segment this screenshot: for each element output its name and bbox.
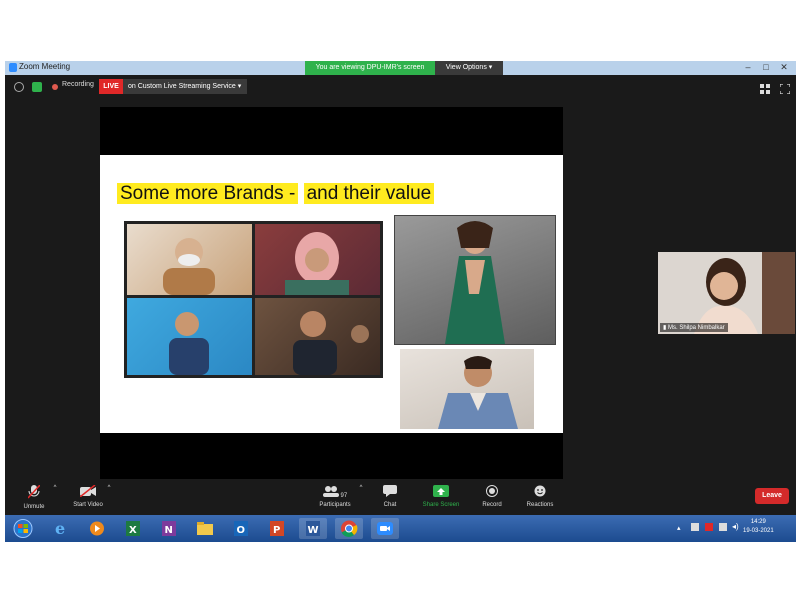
close-icon[interactable]: ✕ xyxy=(777,62,791,73)
unmute-label: Unmute xyxy=(23,504,45,510)
shared-screen: Some more Brands - and their value xyxy=(100,107,563,479)
participants-icon xyxy=(322,486,339,497)
participant-name: ▮ Ms. Shilpa Nimbalkar xyxy=(660,323,728,332)
stream-service-label: on Custom Live Streaming Service xyxy=(128,83,236,90)
chat-label: Chat xyxy=(383,502,397,508)
video-off-icon xyxy=(79,484,96,498)
grid-photo-2 xyxy=(255,224,380,295)
audio-options-chevron-icon[interactable]: ^ xyxy=(51,485,59,491)
record-icon xyxy=(486,485,498,497)
action-center-icon[interactable] xyxy=(705,523,713,531)
share-screen-label: Share Screen xyxy=(422,502,460,508)
brand-photo-grid xyxy=(124,221,383,378)
grid-photo-1 xyxy=(127,224,252,295)
reactions-smiley-icon xyxy=(534,485,546,497)
slide-title: Some more Brands - and their value xyxy=(117,180,435,208)
participants-count: 97 xyxy=(340,493,348,499)
file-explorer-icon[interactable] xyxy=(191,518,219,539)
reactions-label: Reactions xyxy=(526,502,554,508)
window-titlebar: Zoom Meeting You are viewing DPU-IMR's s… xyxy=(5,61,796,75)
svg-text:P: P xyxy=(273,525,280,536)
zoom-logo-icon xyxy=(9,63,17,72)
recording-dot-icon xyxy=(52,84,58,90)
chevron-down-icon: ▾ xyxy=(488,64,493,71)
presentation-slide: Some more Brands - and their value xyxy=(100,155,563,433)
clock-time: 14:29 xyxy=(750,519,766,525)
participants-button[interactable]: 97 Participants xyxy=(310,485,360,508)
record-label: Record xyxy=(482,502,502,508)
maximize-icon[interactable]: □ xyxy=(759,62,773,73)
slide-title-part-1: Some more Brands - xyxy=(117,183,299,204)
muted-microphone-icon xyxy=(27,484,41,499)
participant-video-tile[interactable]: ▮ Ms. Shilpa Nimbalkar xyxy=(658,252,795,334)
taskbar-clock[interactable]: 14:29 19-03-2021 xyxy=(743,518,774,536)
internet-explorer-icon[interactable]: e xyxy=(47,518,75,539)
participants-label: Participants xyxy=(319,502,351,508)
viewing-screen-banner: You are viewing DPU-IMR's screen xyxy=(305,61,435,75)
participant-name-label: Ms. Shilpa Nimbalkar xyxy=(667,325,725,331)
zoom-icon[interactable] xyxy=(371,518,399,539)
meeting-toolbar: Unmute ^ Start Video ^ 97 Participants ^… xyxy=(5,479,796,515)
clock-date: 19-03-2021 xyxy=(743,528,774,534)
battery-icon[interactable] xyxy=(719,523,727,531)
celebrity-photo-saree xyxy=(394,215,556,345)
onenote-icon[interactable]: N xyxy=(155,518,183,539)
participants-chevron-icon[interactable]: ^ xyxy=(357,485,365,491)
svg-text:W: W xyxy=(308,525,319,536)
leave-button[interactable]: Leave xyxy=(755,488,789,504)
signal-bars-icon: ▮ xyxy=(663,325,667,331)
info-icon[interactable] xyxy=(14,82,24,92)
volume-icon[interactable]: ◂) xyxy=(732,522,739,531)
share-screen-button[interactable]: Share Screen xyxy=(418,485,464,508)
participant-video-feed xyxy=(658,252,795,334)
minimize-icon[interactable]: – xyxy=(741,62,755,73)
svg-text:O: O xyxy=(237,525,246,536)
grid-photo-4 xyxy=(255,298,380,375)
celebrity-photo-jacket xyxy=(400,349,534,429)
record-button[interactable]: Record xyxy=(475,485,509,508)
live-badge: LIVE xyxy=(99,79,123,94)
stream-service-dropdown[interactable]: on Custom Live Streaming Service ▾ xyxy=(123,79,247,94)
reactions-button[interactable]: Reactions xyxy=(521,485,559,508)
excel-icon[interactable]: X xyxy=(119,518,147,539)
chat-button[interactable]: Chat xyxy=(375,485,405,508)
slide-title-part-2: and their value xyxy=(303,183,435,204)
chevron-down-icon: ▾ xyxy=(237,83,242,90)
unmute-button[interactable]: Unmute xyxy=(17,484,51,510)
meeting-status-bar: Recording LIVE on Custom Live Streaming … xyxy=(5,75,796,99)
fullscreen-icon[interactable] xyxy=(779,81,791,95)
recording-label: Recording xyxy=(62,81,94,88)
chat-icon xyxy=(383,485,397,497)
view-options-button[interactable]: View Options ▾ xyxy=(435,61,503,75)
view-options-label: View Options xyxy=(445,64,487,71)
svg-text:X: X xyxy=(129,525,137,536)
window-title: Zoom Meeting xyxy=(19,62,71,71)
outlook-icon[interactable]: O xyxy=(227,518,255,539)
grid-photo-3 xyxy=(127,298,252,375)
svg-text:e: e xyxy=(55,519,65,538)
shield-icon[interactable] xyxy=(32,82,42,92)
chrome-icon[interactable] xyxy=(335,518,363,539)
network-icon[interactable] xyxy=(691,523,699,531)
powerpoint-icon[interactable]: P xyxy=(263,518,291,539)
media-player-icon[interactable] xyxy=(83,518,111,539)
meeting-area: Recording LIVE on Custom Live Streaming … xyxy=(5,75,796,515)
windows-start-icon[interactable] xyxy=(9,518,37,539)
windows-taskbar: e X N O P W ▴ ◂) 14:29 19-03-2021 xyxy=(5,515,796,542)
tray-chevron-icon[interactable]: ▴ xyxy=(677,524,681,532)
video-options-chevron-icon[interactable]: ^ xyxy=(105,485,113,491)
start-video-label: Start Video xyxy=(73,502,103,508)
share-screen-icon xyxy=(433,485,449,497)
gallery-view-icon[interactable] xyxy=(760,81,770,94)
word-icon[interactable]: W xyxy=(299,518,327,539)
svg-text:N: N xyxy=(165,525,173,536)
